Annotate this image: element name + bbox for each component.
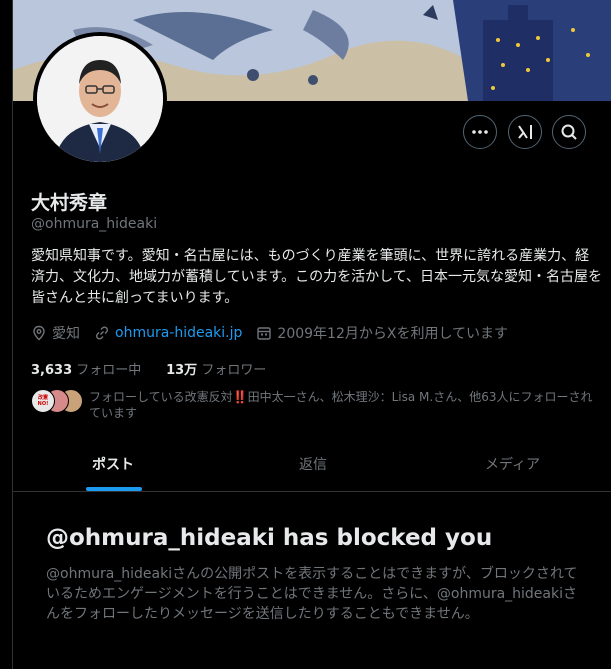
active-tab-indicator <box>86 487 142 491</box>
more-horizontal-icon <box>472 130 488 134</box>
search-icon <box>561 124 577 140</box>
following-count: 3,633 <box>31 363 73 378</box>
tab-media[interactable]: メディア <box>413 447 611 491</box>
followers-count: 13万 <box>166 363 198 378</box>
profile-name: 大村秀章 <box>31 192 108 214</box>
profile-page: 大村秀章 @ohmura_hideaki 愛知県知事です。愛知・名古屋には、もの… <box>12 0 611 669</box>
known-followers[interactable]: 改憲NO! フォローしている改憲反対‼️田中太一さん、松木理沙：Lisa M.さ… <box>31 389 603 421</box>
followers-stat[interactable]: 13万 フォロワー <box>166 363 266 378</box>
profile-avatar[interactable] <box>33 32 167 166</box>
mini-avatar: 改憲NO! <box>31 389 55 413</box>
location-item: 愛知 <box>31 323 80 343</box>
website-link[interactable]: ohmura-hideaki.jp <box>115 325 242 341</box>
profile-handle: @ohmura_hideaki <box>31 216 158 232</box>
known-follower-avatars: 改憲NO! <box>31 389 85 413</box>
following-label: フォロー中 <box>76 363 142 378</box>
blocked-description: @ohmura_hideakiさんの公開ポストを表示することはできますが、ブロッ… <box>46 566 578 622</box>
location-text: 愛知 <box>52 326 80 342</box>
link-icon <box>95 326 109 340</box>
mini-avatar-badge: 改憲NO! <box>37 395 49 407</box>
profile-meta: 愛知 ohmura-hideaki.jp 2009年12月からXを利用しています <box>31 323 522 343</box>
more-button[interactable] <box>463 115 497 149</box>
joined-item: 2009年12月からXを利用しています <box>256 323 508 343</box>
calendar-icon <box>257 327 272 340</box>
known-followers-text: フォローしている改憲反対‼️田中太一さん、松木理沙：Lisa M.さん、他63人… <box>89 390 593 420</box>
blocked-title: @ohmura_hideaki has blocked you <box>46 525 493 551</box>
profile-bio: 愛知県知事です。愛知・名古屋には、ものづくり産業を筆頭に、世界に誇れる産業力、経… <box>31 248 603 306</box>
grok-button[interactable] <box>508 115 542 149</box>
website-item[interactable]: ohmura-hideaki.jp <box>94 325 242 341</box>
grok-icon <box>518 125 532 139</box>
avatar-portrait <box>37 36 163 162</box>
tab-posts[interactable]: ポスト <box>13 447 213 491</box>
joined-text: 2009年12月からXを利用しています <box>277 326 509 342</box>
profile-tabs: ポスト 返信 メディア <box>13 447 611 492</box>
tab-replies[interactable]: 返信 <box>213 447 413 491</box>
follow-stats: 3,633 フォロー中 13万 フォロワー <box>31 359 266 378</box>
following-stat[interactable]: 3,633 フォロー中 <box>31 363 141 378</box>
followers-label: フォロワー <box>201 363 267 378</box>
location-pin-icon <box>33 325 45 341</box>
search-button[interactable] <box>552 115 586 149</box>
